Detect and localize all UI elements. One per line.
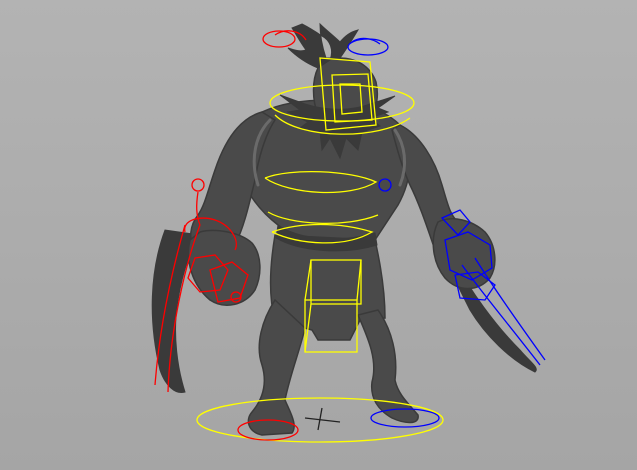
scene-canvas[interactable] xyxy=(0,0,637,470)
viewport-3d[interactable] xyxy=(0,0,637,470)
